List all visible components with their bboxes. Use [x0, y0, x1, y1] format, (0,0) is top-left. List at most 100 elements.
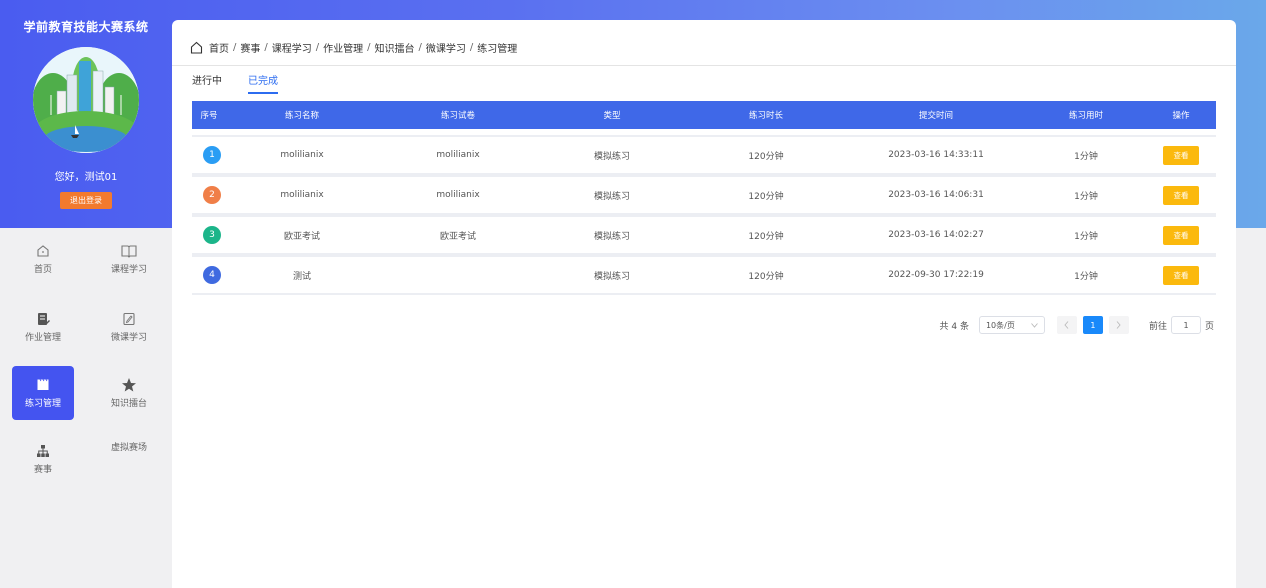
row-index-cell: 1 — [192, 146, 226, 164]
row-name: 测试 — [292, 271, 311, 282]
row-used: 1分钟 — [1074, 271, 1098, 282]
row-name: molilianix — [280, 150, 324, 160]
status-tabs: 进行中 已完成 — [192, 72, 278, 94]
goto-page-input[interactable] — [1170, 316, 1201, 334]
chevron-down-icon — [1031, 321, 1038, 330]
nav-item-practice[interactable]: 练习管理 — [12, 366, 74, 420]
header-used: 练习用时 — [1068, 111, 1103, 121]
row-paper: molilianix — [436, 190, 480, 200]
nav-label-course: 课程学习 — [110, 265, 147, 275]
hierarchy-icon — [35, 443, 51, 459]
row-name: 欧亚考试 — [283, 231, 320, 242]
row-type: 模拟练习 — [593, 191, 630, 202]
page-unit-label: 页 — [1204, 321, 1214, 332]
breadcrumb-item-practice[interactable]: 练习管理 — [477, 40, 517, 55]
row-action-cell: 查看 — [1146, 185, 1216, 205]
header-paper: 练习试卷 — [440, 111, 475, 121]
row-action-cell: 查看 — [1146, 225, 1216, 245]
prev-page-button[interactable] — [1056, 316, 1077, 334]
header-type: 类型 — [603, 111, 621, 121]
table-row: 2 molilianix molilianix 模拟练习 120分钟 2023-… — [192, 175, 1216, 215]
nav-item-knowledge[interactable]: 知识擂台 — [98, 366, 160, 420]
row-type: 模拟练习 — [593, 231, 630, 242]
home-icon[interactable] — [190, 41, 203, 54]
star-icon — [121, 377, 137, 393]
breadcrumb-item-knowledge[interactable]: 知识擂台 — [375, 40, 415, 55]
goto-page: 前往 页 — [1149, 316, 1214, 334]
row-paper: molilianix — [436, 150, 480, 160]
app-title: 学前教育技能大赛系统 — [23, 20, 149, 34]
breadcrumb-item-contest[interactable]: 赛事 — [240, 40, 260, 55]
row-index-cell: 2 — [192, 186, 226, 204]
tab-ongoing[interactable]: 进行中 — [192, 72, 222, 94]
nav-item-home[interactable]: 首页 — [12, 232, 74, 286]
row-submitted: 2023-03-16 14:02:27 — [888, 230, 984, 240]
nav-label-home: 首页 — [33, 265, 52, 275]
nav-label-practice: 练习管理 — [24, 399, 61, 409]
row-duration: 120分钟 — [748, 191, 784, 202]
page-size-select[interactable]: 10条/页 — [978, 316, 1045, 334]
next-page-button[interactable] — [1108, 316, 1129, 334]
header-divider — [172, 65, 1236, 66]
row-action-cell: 查看 — [1146, 265, 1216, 285]
chevron-left-icon — [1064, 321, 1069, 329]
row-type: 模拟练习 — [593, 151, 630, 162]
row-index-cell: 4 — [192, 266, 226, 284]
row-duration: 120分钟 — [748, 151, 784, 162]
nav-item-virtual[interactable]: 虚拟赛场 — [98, 426, 160, 480]
home-icon — [35, 243, 51, 259]
breadcrumb-item-homework[interactable]: 作业管理 — [323, 40, 363, 55]
row-used: 1分钟 — [1074, 151, 1098, 162]
breadcrumb-item-microcourse[interactable]: 微课学习 — [426, 40, 466, 55]
pagination: 共 4 条 10条/页 1 前往 页 — [940, 316, 1214, 334]
row-action-cell: 查看 — [1146, 145, 1216, 165]
row-index-badge: 2 — [203, 186, 221, 204]
total-count: 共 4 条 — [939, 321, 969, 332]
row-index-badge: 3 — [203, 226, 221, 244]
goto-label: 前往 — [1148, 321, 1167, 332]
logout-button[interactable]: 退出登录 — [60, 192, 112, 209]
avatar — [33, 47, 139, 153]
row-paper: 欧亚考试 — [439, 231, 476, 242]
nav-item-contest[interactable]: 赛事 — [12, 432, 74, 486]
nav-label-knowledge: 知识擂台 — [110, 399, 147, 409]
greeting-text: 您好，测试01 — [54, 172, 118, 183]
table-row: 3 欧亚考试 欧亚考试 模拟练习 120分钟 2023-03-16 14:02:… — [192, 215, 1216, 255]
view-button[interactable]: 查看 — [1163, 265, 1199, 285]
table-row: 4 测试 模拟练习 120分钟 2022-09-30 17:22:19 1分钟 … — [192, 255, 1216, 295]
sidebar: 学前教育技能大赛系统 您好，测试01 退出登录 首页 课程学习 作业管理 微课学… — [0, 0, 172, 588]
table-row: 1 molilianix molilianix 模拟练习 120分钟 2023-… — [192, 135, 1216, 175]
row-name: molilianix — [280, 190, 324, 200]
page-number-current[interactable]: 1 — [1082, 316, 1103, 334]
header-index: 序号 — [200, 111, 218, 121]
view-button[interactable]: 查看 — [1163, 145, 1199, 165]
nav-item-course[interactable]: 课程学习 — [98, 232, 160, 286]
nav-item-homework[interactable]: 作业管理 — [12, 300, 74, 354]
header-submitted: 提交时间 — [918, 111, 953, 121]
nav-label-virtual: 虚拟赛场 — [110, 443, 147, 453]
view-button[interactable]: 查看 — [1163, 185, 1199, 205]
row-submitted: 2023-03-16 14:06:31 — [888, 190, 984, 200]
view-button[interactable]: 查看 — [1163, 225, 1199, 245]
table-body: 1 molilianix molilianix 模拟练习 120分钟 2023-… — [192, 135, 1216, 295]
main-panel: 首页 / 赛事 / 课程学习 / 作业管理 / 知识擂台 / 微课学习 / 练习管理 进行中… — [172, 20, 1236, 588]
nav-item-microcourse[interactable]: 微课学习 — [98, 300, 160, 354]
nav-label-microcourse: 微课学习 — [110, 333, 147, 343]
table-header: 序号 练习名称 练习试卷 类型 练习时长 提交时间 练习用时 操作 — [192, 101, 1216, 129]
chevron-right-icon — [1117, 321, 1122, 329]
page-size-value: 10条/页 — [985, 320, 1015, 330]
nav-label-contest: 赛事 — [33, 465, 52, 475]
header-name: 练习名称 — [284, 111, 319, 121]
row-index-cell: 3 — [192, 226, 226, 244]
breadcrumb-item-home[interactable]: 首页 — [209, 40, 229, 55]
homework-icon — [35, 311, 51, 327]
nav-label-homework: 作业管理 — [24, 333, 61, 343]
header-duration: 练习时长 — [748, 111, 783, 121]
clapperboard-icon — [35, 377, 51, 393]
row-index-badge: 1 — [203, 146, 221, 164]
row-duration: 120分钟 — [748, 231, 784, 242]
row-submitted: 2023-03-16 14:33:11 — [888, 150, 984, 160]
tab-completed[interactable]: 已完成 — [248, 72, 278, 94]
header-action: 操作 — [1172, 111, 1190, 121]
breadcrumb-item-course[interactable]: 课程学习 — [272, 40, 312, 55]
